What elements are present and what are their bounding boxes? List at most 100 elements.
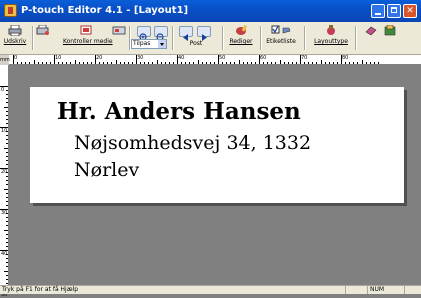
ruler-tick [369,62,371,64]
zoom-in-button[interactable] [137,26,151,43]
ruler-tick [353,62,355,64]
resize-grip[interactable] [404,286,421,294]
minimize-button[interactable] [371,4,385,18]
print-button[interactable]: Udskriv [3,24,27,52]
ruler-tick [4,147,8,149]
layout-type-button[interactable]: Layouttype [312,24,350,52]
ruler-tick [213,62,215,64]
ruler-tick [78,62,80,64]
ruler-tick [6,90,8,92]
next-record-button[interactable] [197,26,211,41]
ruler-tick [4,229,8,231]
ruler-tick [361,60,363,64]
ruler-tick [222,62,224,64]
toolbar-separator [260,26,262,50]
edit-button[interactable]: Rediger [227,24,255,52]
edit-icon [234,24,248,36]
ruler-tick [185,62,187,64]
ruler-tick [308,62,310,64]
status-panel [345,286,365,294]
ruler-tick [4,270,8,272]
database-icon [383,24,397,36]
ruler-tick [6,172,8,174]
ruler-tick [6,102,8,104]
ruler-tick [6,217,8,219]
ruler-tick [230,62,232,64]
window-title: P-touch Editor 4.1 - [Layout1] [21,5,189,16]
ruler-tick [127,62,129,64]
ruler-tick [148,62,150,64]
ruler-tick [6,241,8,243]
ruler-tick [152,62,154,64]
database-button[interactable] [383,24,397,52]
label-city-text[interactable]: Nørlev [74,159,139,181]
ruler-tick [242,62,244,64]
ruler-tick [111,62,113,64]
ruler-tick [6,262,8,264]
ruler-mark-label: 0 [14,55,18,61]
ruler-tick [377,62,379,64]
ruler-tick [209,62,211,64]
ruler-mark-label: 20 [96,55,103,61]
ruler-tick [107,62,109,64]
ruler-tick [300,55,301,64]
ruler-tick [6,184,8,186]
layout-canvas[interactable]: Hr. Anders Hansen Nøjsomhedsvej 34, 1332… [9,65,421,285]
ruler-tick [49,62,51,64]
ruler-tick [6,118,8,120]
ruler-tick [6,200,8,202]
ruler-tick [86,62,88,64]
ruler-tick [0,209,8,210]
ruler-tick [45,62,47,64]
ruler-tick [304,62,306,64]
label-list-button[interactable]: Etiketliste [263,24,299,52]
ruler-tick [6,114,8,116]
ruler-tick [193,62,195,64]
app-icon[interactable] [4,4,17,17]
close-button[interactable]: ✕ [403,4,417,18]
ruler-tick [119,62,121,64]
maximize-button[interactable] [387,4,401,18]
ruler-tick [21,62,23,64]
zoom-out-button[interactable] [154,26,168,43]
zoom-select[interactable]: Tilpas [131,39,167,49]
check-media-button[interactable]: Kontroller medie [63,24,113,52]
check-media-icon [79,25,93,36]
status-num-panel: NUM [367,286,403,294]
ruler-tick [160,62,162,64]
ruler-mark-label: 40 [178,55,185,61]
ruler-mark-label: 10 [55,55,62,61]
toolbar-separator [304,26,306,50]
media-button[interactable] [112,24,126,52]
ruler-tick [6,282,8,284]
ruler-tick [6,254,8,256]
ruler-tick [324,62,326,64]
ruler-tick [312,62,314,64]
ruler-tick [373,62,375,64]
chevron-down-icon[interactable] [158,40,166,48]
eraser-button[interactable] [364,24,378,52]
previous-record-button[interactable] [179,26,193,41]
ruler-tick [275,62,277,64]
status-bar: Tryk på F1 for at få Hjælp NUM [0,285,421,294]
ruler-tick [6,98,8,100]
ruler-tick [205,62,207,64]
ruler-tick [0,127,8,128]
printer-setup-button[interactable] [36,24,50,52]
ruler-mark-label: 80 [342,55,349,61]
ruler-tick [4,106,8,108]
ruler-tick [103,62,105,64]
label-preview[interactable]: Hr. Anders Hansen Nøjsomhedsvej 34, 1332… [30,87,404,203]
label-name-text[interactable]: Hr. Anders Hansen [57,98,301,125]
ruler-tick [345,62,347,64]
ruler-tick [6,245,8,247]
ruler-tick [6,163,8,165]
ruler-tick [357,62,359,64]
ruler-tick [6,159,8,161]
ruler-tick [6,213,8,215]
label-address-text[interactable]: Nøjsomhedsvej 34, 1332 [74,132,311,154]
ruler-tick [6,143,8,145]
ruler-tick [189,62,191,64]
ruler-unit: mm [0,55,10,65]
record-label: Post [189,40,203,47]
